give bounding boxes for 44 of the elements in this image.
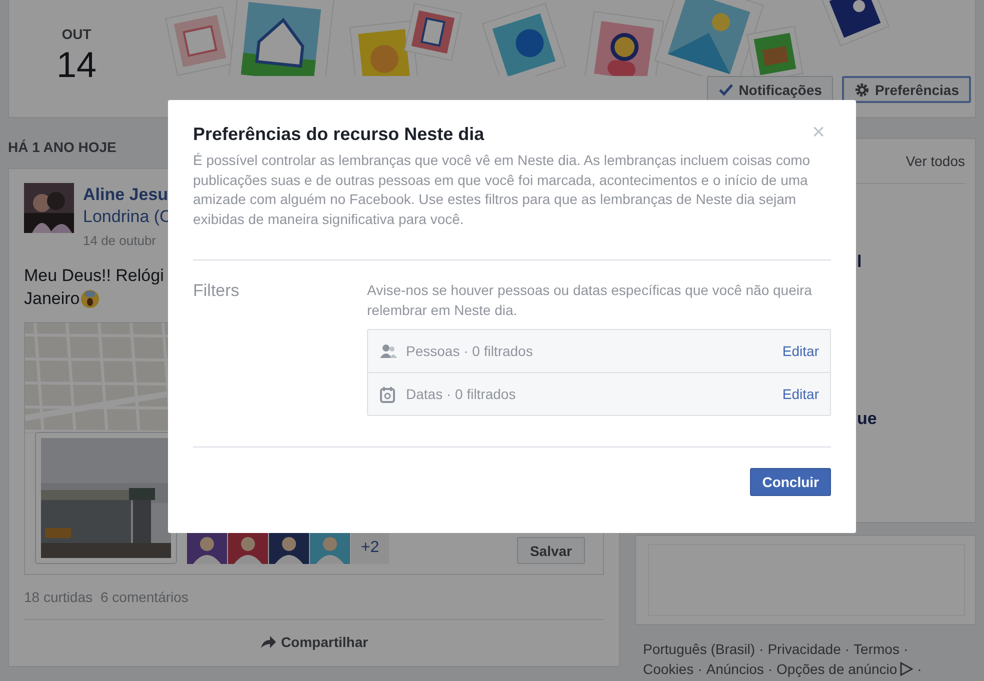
filters-label: Filters — [193, 281, 240, 302]
sidebar-text[interactable]: ue — [857, 409, 965, 429]
calendar-icon — [380, 386, 397, 402]
footer-link[interactable]: Privacidade — [768, 639, 841, 659]
separator: · — [917, 660, 922, 679]
footer-link[interactable]: Cookies — [643, 659, 694, 679]
share-icon — [260, 635, 276, 649]
edit-link[interactable]: Editar — [782, 386, 819, 402]
save-button[interactable]: Salvar — [516, 537, 585, 564]
settings-icon — [854, 82, 870, 98]
date-month: OUT — [62, 26, 92, 42]
separator: · — [844, 640, 850, 659]
sidebar-text[interactable]: l — [857, 252, 965, 272]
people-icon — [380, 342, 397, 360]
header-button[interactable]: Preferências — [842, 76, 971, 103]
post-text: Meu Deus!! Relógi — [24, 265, 164, 287]
post-date[interactable]: 14 de outubr — [83, 233, 172, 248]
likes-count[interactable]: 18 curtidas — [24, 589, 92, 605]
done-button[interactable]: Concluir — [750, 468, 831, 496]
more-count[interactable]: +2 — [351, 532, 389, 564]
footer-link[interactable]: Opções de anúncio — [776, 659, 898, 679]
play-triangle-icon — [899, 662, 914, 676]
filter-label: Pessoas · 0 filtrados — [406, 343, 533, 359]
section-heading: HÁ 1 ANO HOJE — [8, 138, 116, 157]
post-text: Janeiro — [24, 288, 80, 310]
check-icon — [718, 82, 734, 98]
footer-link[interactable]: Anúncios — [706, 659, 764, 679]
scream-emoji-icon — [80, 288, 100, 308]
separator: · — [759, 640, 764, 659]
footer-link[interactable]: Português (Brasil) — [643, 639, 756, 659]
filters-hint: Avise-nos se houver pessoas ou datas específicas que você não queira relembrar em Neste dia. — [367, 281, 813, 320]
share-button[interactable]: Compartilhar — [254, 628, 374, 656]
separator: · — [903, 640, 908, 659]
separator: · — [768, 660, 773, 679]
see-all-link[interactable]: Ver todos — [906, 153, 965, 169]
date-day: 14 — [56, 44, 97, 86]
dialog-title: Preferências do recurso Neste dia — [193, 124, 484, 145]
dialog-description: É possível controlar as lembranças que você vê em Neste dia. As lembranças incluem coisas como publicações suas e de outras pessoas em que você foi marcada, acontecimentos e o início de uma amizade com alguém no Facebook. Use estes filtros para que as lembranças de Neste dia sejam exibidas de maneira significativa para você. — [193, 151, 812, 229]
footer-link[interactable]: Termos — [854, 639, 900, 659]
separator: · — [698, 660, 702, 679]
author-name[interactable]: Aline Jesu — [83, 185, 172, 205]
edit-link[interactable]: Editar — [782, 343, 819, 359]
filter-label: Datas · 0 filtrados — [406, 386, 516, 402]
comments-count[interactable]: 6 comentários — [100, 589, 188, 605]
